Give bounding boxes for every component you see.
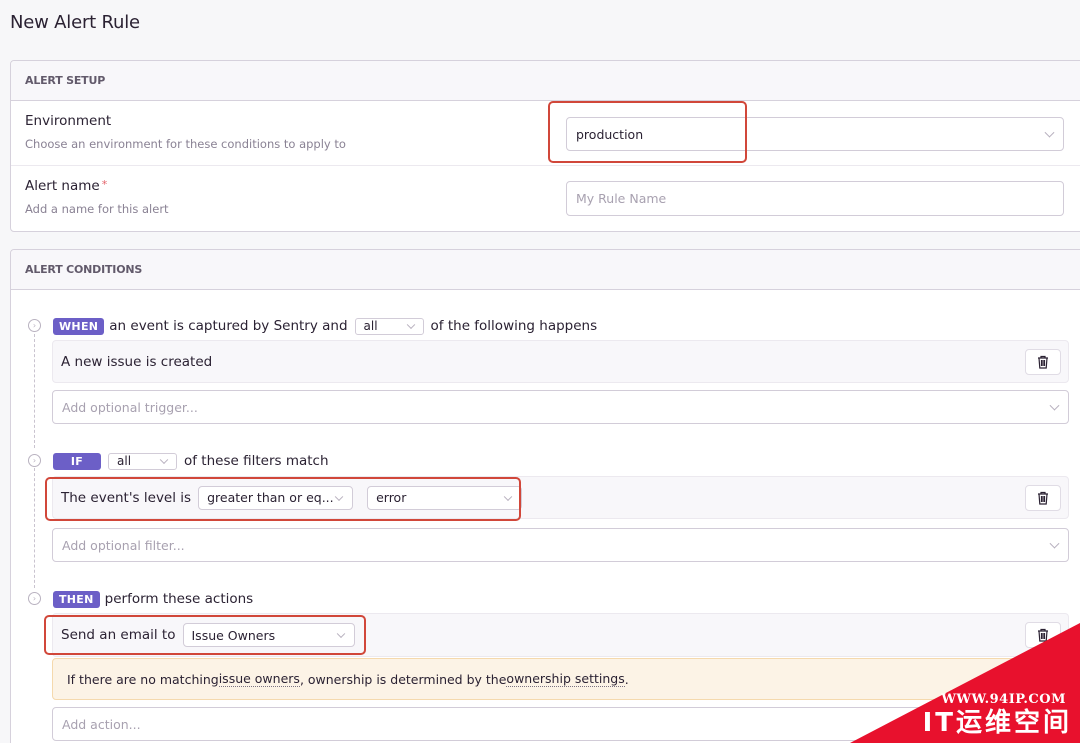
issue-owners-link[interactable]: issue owners [218, 671, 300, 687]
chevron-right-circle-icon: › [28, 454, 41, 467]
environment-value: production [576, 126, 644, 142]
environment-help: Choose an environment for these conditio… [25, 137, 346, 151]
add-filter-placeholder: Add optional filter... [62, 537, 185, 553]
action-row: Send an email to Issue Owners [52, 613, 1069, 657]
filter-text: The event's level is [61, 489, 192, 506]
then-text-after: perform these actions [104, 591, 254, 607]
filter-row: The event's level is greater than or eq.… [52, 476, 1069, 519]
filter-content: The event's level is greater than or eq.… [61, 485, 523, 510]
when-match-value: all [363, 319, 378, 333]
environment-label: Environment [25, 113, 112, 129]
alert-name-label: Alert name * [25, 178, 108, 194]
action-text: Send an email to [61, 627, 176, 643]
add-action-select[interactable]: Add action... [52, 707, 1069, 741]
chevron-down-icon [334, 492, 344, 501]
alert-setup-header: ALERT SETUP [11, 61, 1080, 101]
ownership-notice: If there are no matching issue owners , … [52, 658, 1069, 700]
add-filter-select[interactable]: Add optional filter... [52, 528, 1069, 562]
trigger-row: A new issue is created [52, 340, 1069, 383]
chevron-down-icon [1049, 717, 1060, 728]
filter-level-value: error [376, 490, 407, 505]
when-badge: WHEN [53, 317, 105, 335]
action-content: Send an email to Issue Owners [61, 623, 355, 647]
if-badge: IF [53, 452, 101, 470]
trash-icon [1038, 491, 1048, 505]
add-trigger-select[interactable]: Add optional trigger... [52, 390, 1069, 424]
when-text: an event is captured by Sentry and [109, 318, 348, 334]
then-row: THEN perform these actions [53, 589, 253, 609]
action-target-value: Issue Owners [191, 627, 276, 643]
if-text-after: of these filters match [184, 453, 329, 469]
notice-text: . [624, 671, 629, 687]
alert-name-row: Alert name * Add a name for this alert My… [11, 166, 1080, 231]
when-text-after: of the following happens [430, 318, 598, 334]
step-connector [34, 468, 35, 588]
if-row: IF all of these filters match [53, 451, 329, 471]
step-connector [34, 334, 35, 448]
when-row: WHEN an event is captured by Sentry and … [53, 316, 597, 336]
trash-icon [1038, 628, 1048, 642]
chevron-down-icon [406, 320, 415, 330]
chevron-down-icon [1049, 538, 1060, 549]
notice-text: If there are no matching [67, 671, 219, 687]
delete-trigger-button[interactable] [1025, 348, 1061, 375]
chevron-down-icon [336, 629, 345, 639]
required-marker: * [101, 178, 108, 191]
add-trigger-placeholder: Add optional trigger... [62, 399, 198, 415]
add-action-placeholder: Add action... [62, 716, 141, 732]
ownership-settings-link[interactable]: ownership settings [506, 671, 625, 687]
environment-select[interactable]: production [566, 117, 1064, 151]
chevron-right-circle-icon: › [28, 319, 41, 332]
alert-name-placeholder: My Rule Name [576, 191, 667, 206]
when-match-select[interactable]: all [354, 317, 424, 335]
alert-setup-panel: ALERT SETUP Environment Choose an enviro… [10, 60, 1080, 232]
chevron-down-icon [159, 455, 169, 465]
delete-action-button[interactable] [1025, 622, 1061, 648]
if-match-select[interactable]: all [108, 452, 177, 470]
trash-icon [1038, 355, 1048, 369]
filter-operator-value: greater than or eq... [207, 490, 334, 505]
chevron-right-circle-icon: › [28, 592, 41, 605]
alert-conditions-header: ALERT CONDITIONS [11, 250, 1080, 290]
chevron-down-icon [1049, 400, 1060, 411]
then-badge: THEN [53, 590, 100, 608]
chevron-down-icon [503, 492, 513, 501]
delete-filter-button[interactable] [1025, 484, 1061, 511]
filter-operator-select[interactable]: greater than or eq... [198, 485, 354, 510]
notice-text: , ownership is determined by the [299, 671, 507, 687]
page-title: New Alert Rule [10, 12, 140, 33]
alert-name-input[interactable]: My Rule Name [566, 181, 1064, 216]
alert-conditions-panel: ALERT CONDITIONS › WHEN an event is capt… [10, 249, 1080, 743]
chevron-down-icon [1044, 127, 1055, 138]
alert-name-help: Add a name for this alert [25, 202, 169, 216]
action-target-select[interactable]: Issue Owners [182, 623, 355, 647]
environment-row: Environment Choose an environment for th… [11, 101, 1080, 166]
if-match-value: all [117, 454, 132, 468]
filter-level-select[interactable]: error [367, 485, 523, 510]
trigger-text: A new issue is created [61, 353, 213, 370]
